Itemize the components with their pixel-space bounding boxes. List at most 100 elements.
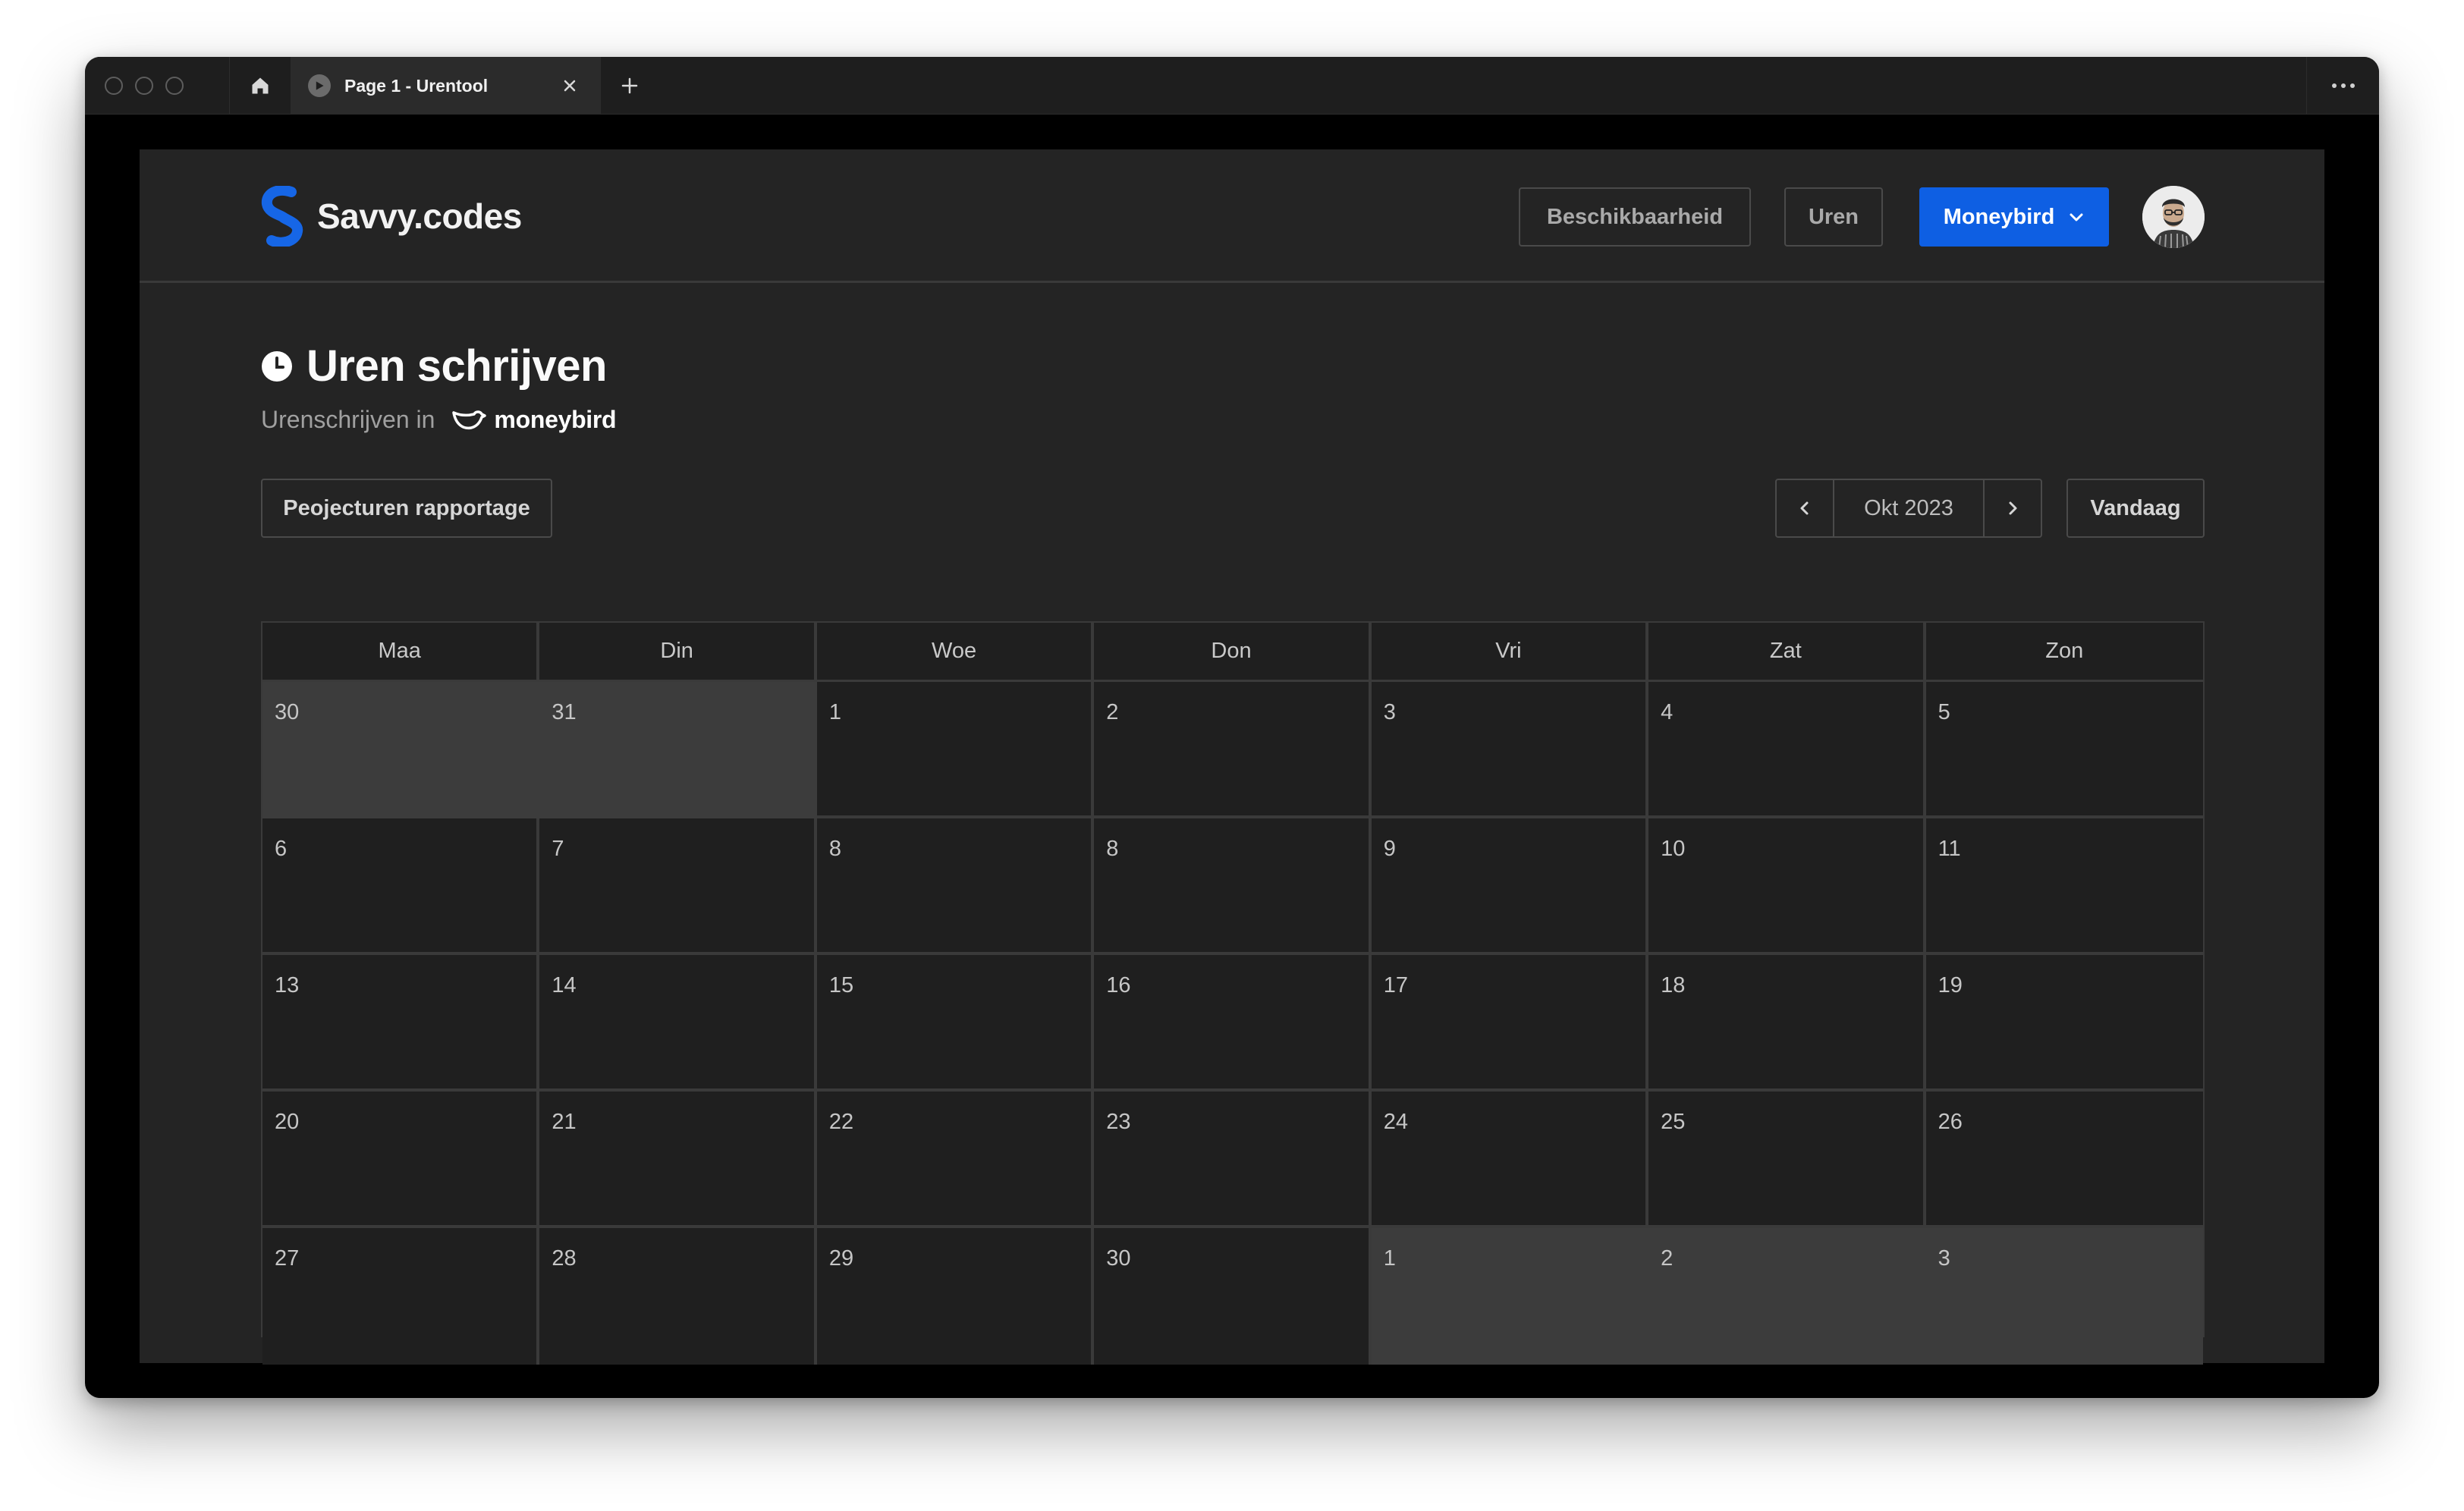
day-number: 1 [1383, 1246, 1396, 1271]
calendar-day-cell[interactable]: 5 [1925, 682, 2203, 818]
day-number: 25 [1661, 1110, 1686, 1134]
weekday-label: Woe [816, 623, 1095, 682]
calendar-day-cell[interactable]: 26 [1925, 1092, 2203, 1228]
calendar-day-cell[interactable]: 13 [262, 955, 540, 1092]
page-heading: Uren schrijven [261, 341, 607, 391]
moneybird-logo: moneybird [451, 406, 617, 434]
calendar-day-cell-other-month[interactable]: 2 [1648, 1228, 1926, 1365]
weekday-label: Don [1094, 623, 1372, 682]
day-number: 18 [1661, 973, 1686, 997]
calendar-day-cell[interactable]: 30 [1094, 1228, 1372, 1365]
calendar-day-cell[interactable]: 22 [816, 1092, 1095, 1228]
calendar-day-cell[interactable]: 7 [539, 818, 817, 955]
day-number: 2 [1106, 700, 1119, 724]
hours-button[interactable]: Uren [1784, 187, 1883, 247]
calendar-day-cell[interactable]: 10 [1648, 818, 1926, 955]
calendar-day-cell[interactable]: 25 [1648, 1092, 1926, 1228]
calendar-day-cell-other-month[interactable]: 31 [539, 682, 817, 818]
calendar-day-cell[interactable]: 11 [1925, 818, 2203, 955]
month-calendar: Maa Din Woe Don Vri Zat Zon 30 31 1 2 3 4 5 6 7 8 8 9 10 11… [261, 621, 2205, 1365]
calendar-day-cell[interactable]: 20 [262, 1092, 540, 1228]
weekday-label: Zat [1648, 623, 1926, 682]
calendar-day-cell[interactable]: 27 [262, 1228, 540, 1365]
calendar-day-cell[interactable]: 18 [1648, 955, 1926, 1092]
tab-close-button[interactable] [558, 74, 582, 98]
more-options-button[interactable] [2306, 57, 2379, 115]
day-number: 20 [275, 1110, 300, 1134]
window-controls [105, 77, 184, 95]
day-number: 14 [552, 973, 577, 997]
today-button[interactable]: Vandaag [2066, 479, 2205, 538]
calendar-day-cell[interactable]: 24 [1371, 1092, 1649, 1228]
calendar-day-cell[interactable]: 1 [816, 682, 1095, 818]
maximize-window-button[interactable] [165, 77, 184, 95]
calendar-day-cell[interactable]: 21 [539, 1092, 817, 1228]
calendar-day-cell[interactable]: 16 [1094, 955, 1372, 1092]
minimize-window-button[interactable] [135, 77, 153, 95]
calendar-day-cell[interactable]: 17 [1371, 955, 1649, 1092]
calendar-day-cell-other-month[interactable]: 30 [262, 682, 540, 818]
project-hours-report-button[interactable]: Peojecturen rapportage [261, 479, 552, 538]
day-number: 30 [275, 700, 300, 724]
day-number: 11 [1938, 837, 1961, 861]
calendar-grid: 30 31 1 2 3 4 5 6 7 8 8 9 10 11 13 14 15 16 17 18 19 20 21 22 23… [262, 682, 2203, 1365]
browser-tab[interactable]: Page 1 - Urentool [291, 57, 601, 115]
browser-window: Page 1 - Urentool Savvy.codes Beschikbaa… [85, 57, 2379, 1398]
brand-logo[interactable]: Savvy.codes [261, 186, 522, 247]
calendar-day-cell[interactable]: 2 [1094, 682, 1372, 818]
day-number: 24 [1383, 1110, 1408, 1134]
day-number: 23 [1106, 1110, 1131, 1134]
title-bar: Page 1 - Urentool [85, 57, 2379, 115]
weekday-header: Maa Din Woe Don Vri Zat Zon [262, 623, 2203, 682]
new-tab-button[interactable] [601, 57, 658, 115]
weekday-label: Vri [1371, 623, 1649, 682]
day-number: 22 [828, 1110, 854, 1134]
day-number: 8 [1106, 837, 1119, 861]
moneybird-dropdown-button[interactable]: Moneybird [1919, 187, 2109, 247]
day-number: 3 [1383, 700, 1396, 724]
calendar-day-cell[interactable]: 9 [1371, 818, 1649, 955]
calendar-day-cell[interactable]: 14 [539, 955, 817, 1092]
savvy-logo-icon [261, 186, 303, 247]
app-header: Savvy.codes Beschikbaarheid Uren Moneybi… [140, 149, 2324, 283]
user-avatar[interactable] [2142, 186, 2205, 248]
brand-name: Savvy.codes [317, 196, 522, 236]
calendar-day-cell[interactable]: 29 [816, 1228, 1095, 1365]
day-number: 6 [275, 837, 288, 861]
day-number: 3 [1938, 1246, 1950, 1271]
calendar-day-cell[interactable]: 6 [262, 818, 540, 955]
calendar-day-cell[interactable]: 23 [1094, 1092, 1372, 1228]
page-subtitle: Urenschrijven in moneybird [261, 406, 617, 434]
calendar-day-cell[interactable]: 15 [816, 955, 1095, 1092]
next-month-button[interactable] [1983, 480, 2041, 536]
play-icon [308, 74, 331, 97]
moneybird-label: Moneybird [1943, 204, 2055, 229]
home-button[interactable] [229, 57, 291, 115]
calendar-day-cell[interactable]: 8 [1094, 818, 1372, 955]
previous-month-button[interactable] [1777, 480, 1834, 536]
tab-title: Page 1 - Urentool [344, 75, 489, 96]
calendar-day-cell[interactable]: 4 [1648, 682, 1926, 818]
user-avatar-image [2142, 186, 2205, 248]
calendar-day-cell-other-month[interactable]: 1 [1371, 1228, 1649, 1365]
page-title: Uren schrijven [306, 341, 607, 391]
day-number: 16 [1106, 973, 1131, 997]
day-number: 21 [552, 1110, 577, 1134]
day-number: 15 [828, 973, 854, 997]
day-number: 31 [552, 700, 577, 724]
moneybird-bird-icon [452, 410, 487, 429]
day-number: 30 [1106, 1246, 1131, 1271]
chevron-right-icon [2009, 501, 2017, 515]
day-number: 17 [1383, 973, 1408, 997]
calendar-day-cell[interactable]: 8 [816, 818, 1095, 955]
day-number: 1 [828, 700, 841, 724]
calendar-day-cell[interactable]: 3 [1371, 682, 1649, 818]
availability-button[interactable]: Beschikbaarheid [1519, 187, 1751, 247]
calendar-day-cell[interactable]: 28 [539, 1228, 817, 1365]
calendar-day-cell[interactable]: 19 [1925, 955, 2203, 1092]
weekday-label: Maa [262, 623, 540, 682]
plus-icon [621, 77, 638, 94]
close-window-button[interactable] [105, 77, 123, 95]
day-number: 2 [1661, 1246, 1674, 1271]
calendar-day-cell-other-month[interactable]: 3 [1925, 1228, 2203, 1365]
